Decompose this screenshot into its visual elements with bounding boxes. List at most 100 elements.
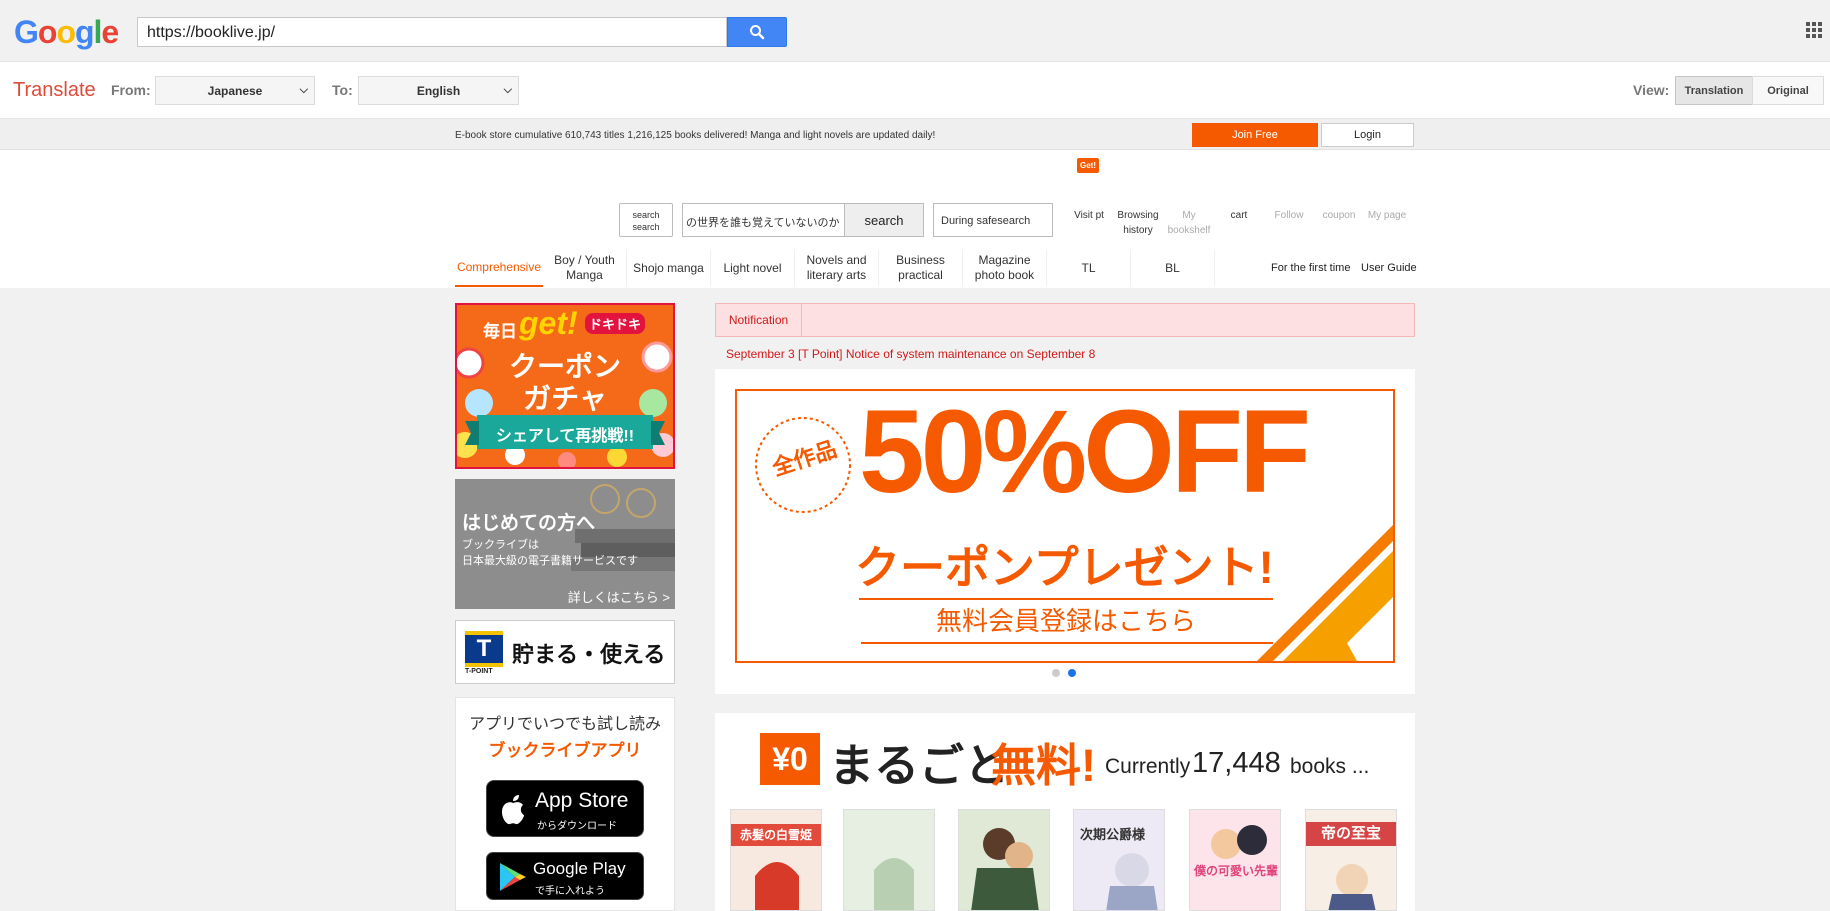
chevron-down-icon: ⌵: [503, 84, 512, 96]
book-cover-6[interactable]: 帝の至宝: [1305, 809, 1397, 911]
hero-coupon-text: クーポンプレゼント!: [855, 542, 1274, 593]
to-language-select[interactable]: English ⌵: [358, 76, 519, 105]
tpoint-banner[interactable]: T T-POINT 貯まる・使える: [455, 620, 675, 684]
notification-bar: Notification: [715, 303, 1415, 337]
from-label: From:: [111, 82, 151, 98]
google-top-bar: Google https://booklive.jp/: [0, 0, 1830, 62]
my-page-link[interactable]: My page: [1364, 208, 1410, 223]
my-bookshelf-link[interactable]: My bookshelf: [1167, 208, 1211, 238]
from-language-value: Japanese: [207, 83, 263, 98]
tpoint-text: 貯まる・使える: [512, 642, 666, 667]
visit-pt-link[interactable]: Visit pt: [1069, 208, 1109, 223]
tab-comprehensive[interactable]: Comprehensive: [455, 249, 543, 287]
cart-link[interactable]: cart: [1219, 208, 1259, 223]
book-cover-3[interactable]: [958, 809, 1050, 911]
book-cover-title: 帝の至宝: [1306, 822, 1396, 846]
google-play-button[interactable]: Google Play で手に入れよう: [486, 852, 644, 900]
url-search-button[interactable]: [727, 17, 787, 47]
google-play-label: Google Play: [533, 859, 626, 878]
view-label: View:: [1633, 82, 1670, 98]
search-button[interactable]: search: [844, 203, 924, 237]
carousel-dot-1[interactable]: [1052, 669, 1060, 677]
yen-zero-badge: ¥0: [760, 733, 820, 785]
carousel-dot-2[interactable]: [1068, 669, 1076, 677]
book-cover-title: 赤髪の白雪姫: [731, 824, 821, 846]
notification-link[interactable]: September 3 [T Point] Notice of system m…: [726, 347, 1095, 361]
tab-shojo-manga[interactable]: Shojo manga: [627, 249, 711, 287]
book-cover-art: [1211, 825, 1267, 859]
login-button[interactable]: Login: [1321, 123, 1414, 147]
book-cover-2[interactable]: [843, 809, 935, 911]
search-input[interactable]: の世界を誰も覚えていないのか: [682, 203, 844, 237]
chevron-down-icon: ⌵: [299, 84, 308, 96]
book-cover-5[interactable]: 僕の可愛い先輩: [1189, 809, 1281, 911]
book-cover-4[interactable]: 次期公爵様: [1073, 809, 1165, 911]
join-free-button[interactable]: Join Free: [1192, 123, 1318, 147]
search-type-select[interactable]: search search: [619, 203, 673, 237]
free-count-prefix: Currently: [1105, 755, 1191, 778]
app-store-label: App Store: [535, 789, 629, 812]
safesearch-toggle[interactable]: During safesearch: [933, 203, 1053, 237]
tab-magazine-photo-book[interactable]: Magazine photo book: [963, 249, 1047, 287]
apple-icon: [502, 795, 524, 825]
app-store-button[interactable]: App Store からダウンロード: [486, 780, 644, 837]
hero-carousel: 全作品 50%OFF クーポンプレゼント! 無料会員登録はこちら: [715, 369, 1415, 694]
book-cover-1[interactable]: 赤髪の白雪姫: [730, 809, 822, 911]
view-translation-button[interactable]: Translation: [1675, 76, 1753, 105]
hero-banner-50-off[interactable]: 全作品 50%OFF クーポンプレゼント! 無料会員登録はこちら: [735, 389, 1395, 663]
hero-signup-text: 無料会員登録はこちら: [935, 606, 1196, 636]
tpoint-logo: T: [465, 631, 503, 667]
get-badge: Get!: [1077, 158, 1099, 173]
store-stats-text: E-book store cumulative 610,743 titles 1…: [455, 130, 936, 141]
first-time-banner[interactable]: はじめての方へ ブックライブは 日本最大級の電子書籍サービスです 詳しくはこちら…: [455, 479, 675, 609]
tab-bl[interactable]: BL: [1131, 249, 1215, 287]
url-input[interactable]: https://booklive.jp/: [137, 17, 727, 47]
app-store-sub: からダウンロード: [537, 821, 617, 832]
to-language-value: English: [416, 83, 461, 98]
booklive-info-strip: E-book store cumulative 610,743 titles 1…: [0, 119, 1830, 150]
gacha-daily-text: 毎日: [483, 322, 517, 341]
app-banner: アプリでいつでも試し読み ブックライブアプリ App Store からダウンロー…: [455, 697, 675, 911]
tab-light-novel[interactable]: Light novel: [711, 249, 795, 287]
apps-grid-icon[interactable]: [1806, 22, 1822, 38]
from-language-select[interactable]: Japanese ⌵: [155, 76, 315, 105]
google-play-sub: で手に入れよう: [535, 886, 605, 897]
book-cover-title: 僕の可愛い先輩: [1193, 864, 1278, 878]
translate-bar: Translate From: Japanese ⌵ To: English ⌵…: [0, 62, 1830, 119]
follow-link[interactable]: Follow: [1265, 208, 1313, 223]
book-cover-art: [874, 858, 914, 910]
first-more-link[interactable]: 詳しくはこちら >: [568, 587, 670, 606]
book-cover-art: [755, 862, 799, 910]
tab-business-practical[interactable]: Business practical: [879, 249, 963, 287]
tab-boy-youth-manga[interactable]: Boy / Youth Manga: [543, 249, 627, 287]
user-guide-link[interactable]: User Guide: [1361, 262, 1417, 274]
free-books-panel: ¥0 まるごと 無料! Currently 17,448 books ... 赤…: [715, 713, 1415, 911]
first-title: はじめての方へ: [462, 513, 596, 534]
tpoint-logo-letter: T: [465, 635, 503, 663]
book-cover-art: [1328, 864, 1376, 910]
translate-title[interactable]: Translate: [13, 79, 96, 102]
search-icon: [750, 25, 765, 40]
book-cover-art: [971, 828, 1039, 910]
to-label: To:: [332, 82, 353, 98]
notification-label: Notification: [716, 304, 802, 336]
google-logo[interactable]: Google: [14, 14, 119, 51]
book-cover-title: 次期公爵様: [1080, 827, 1146, 842]
google-play-icon: [500, 863, 526, 891]
free-title-a: まるごと: [829, 740, 1010, 791]
app-line2: ブックライブアプリ: [488, 741, 642, 760]
coupon-gacha-banner[interactable]: 毎日 get! ドキドキ クーポン ガチャ シェアして再挑戦!!: [455, 303, 675, 469]
tab-novels-literary[interactable]: Novels and literary arts: [795, 249, 879, 287]
view-original-button[interactable]: Original: [1752, 76, 1824, 105]
hero-big-text: 50%OFF: [859, 389, 1311, 518]
browsing-history-link[interactable]: Browsing history: [1113, 208, 1163, 238]
gacha-get-text: get!: [519, 305, 578, 341]
first-line1: ブックライブは: [462, 539, 539, 551]
gacha-line2: ガチャ: [523, 383, 607, 414]
free-title-b: 無料!: [991, 740, 1096, 791]
tab-tl[interactable]: TL: [1047, 249, 1131, 287]
first-line2: 日本最大級の電子書籍サービスです: [462, 555, 638, 567]
free-count-suffix: books ...: [1290, 755, 1370, 778]
first-time-link[interactable]: For the first time: [1271, 262, 1350, 274]
coupon-link[interactable]: coupon: [1316, 208, 1362, 223]
